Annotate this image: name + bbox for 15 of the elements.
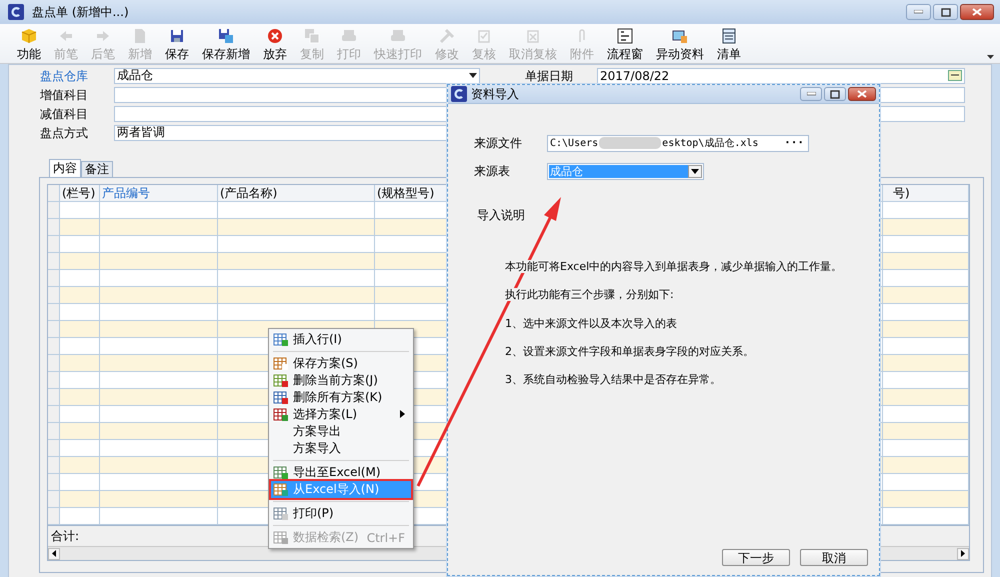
field-label: 减值科目 xyxy=(40,106,89,120)
field-label: 盘点仓库 xyxy=(40,68,89,82)
field-label: 单据日期 xyxy=(525,68,574,82)
instruction-text: 执行此功能有三个步骤，分别如下: xyxy=(505,288,674,302)
total-label: 合计: xyxy=(51,528,80,544)
column-header: (栏号) xyxy=(60,185,100,201)
field-label: 来源表 xyxy=(474,162,511,180)
column-header: (产品名称) xyxy=(218,185,375,201)
instruction-text: 1、选中来源文件以及本次导入的表 xyxy=(505,316,677,330)
field-label: 盘点方式 xyxy=(40,126,89,140)
column-header: 产品编号 xyxy=(100,185,218,201)
window-title: 盘点单 (新增中...) xyxy=(32,4,129,20)
field-label: 增值科目 xyxy=(40,88,89,102)
dialog-title: 资料导入 xyxy=(471,86,519,102)
section-title: 导入说明 xyxy=(477,207,526,224)
